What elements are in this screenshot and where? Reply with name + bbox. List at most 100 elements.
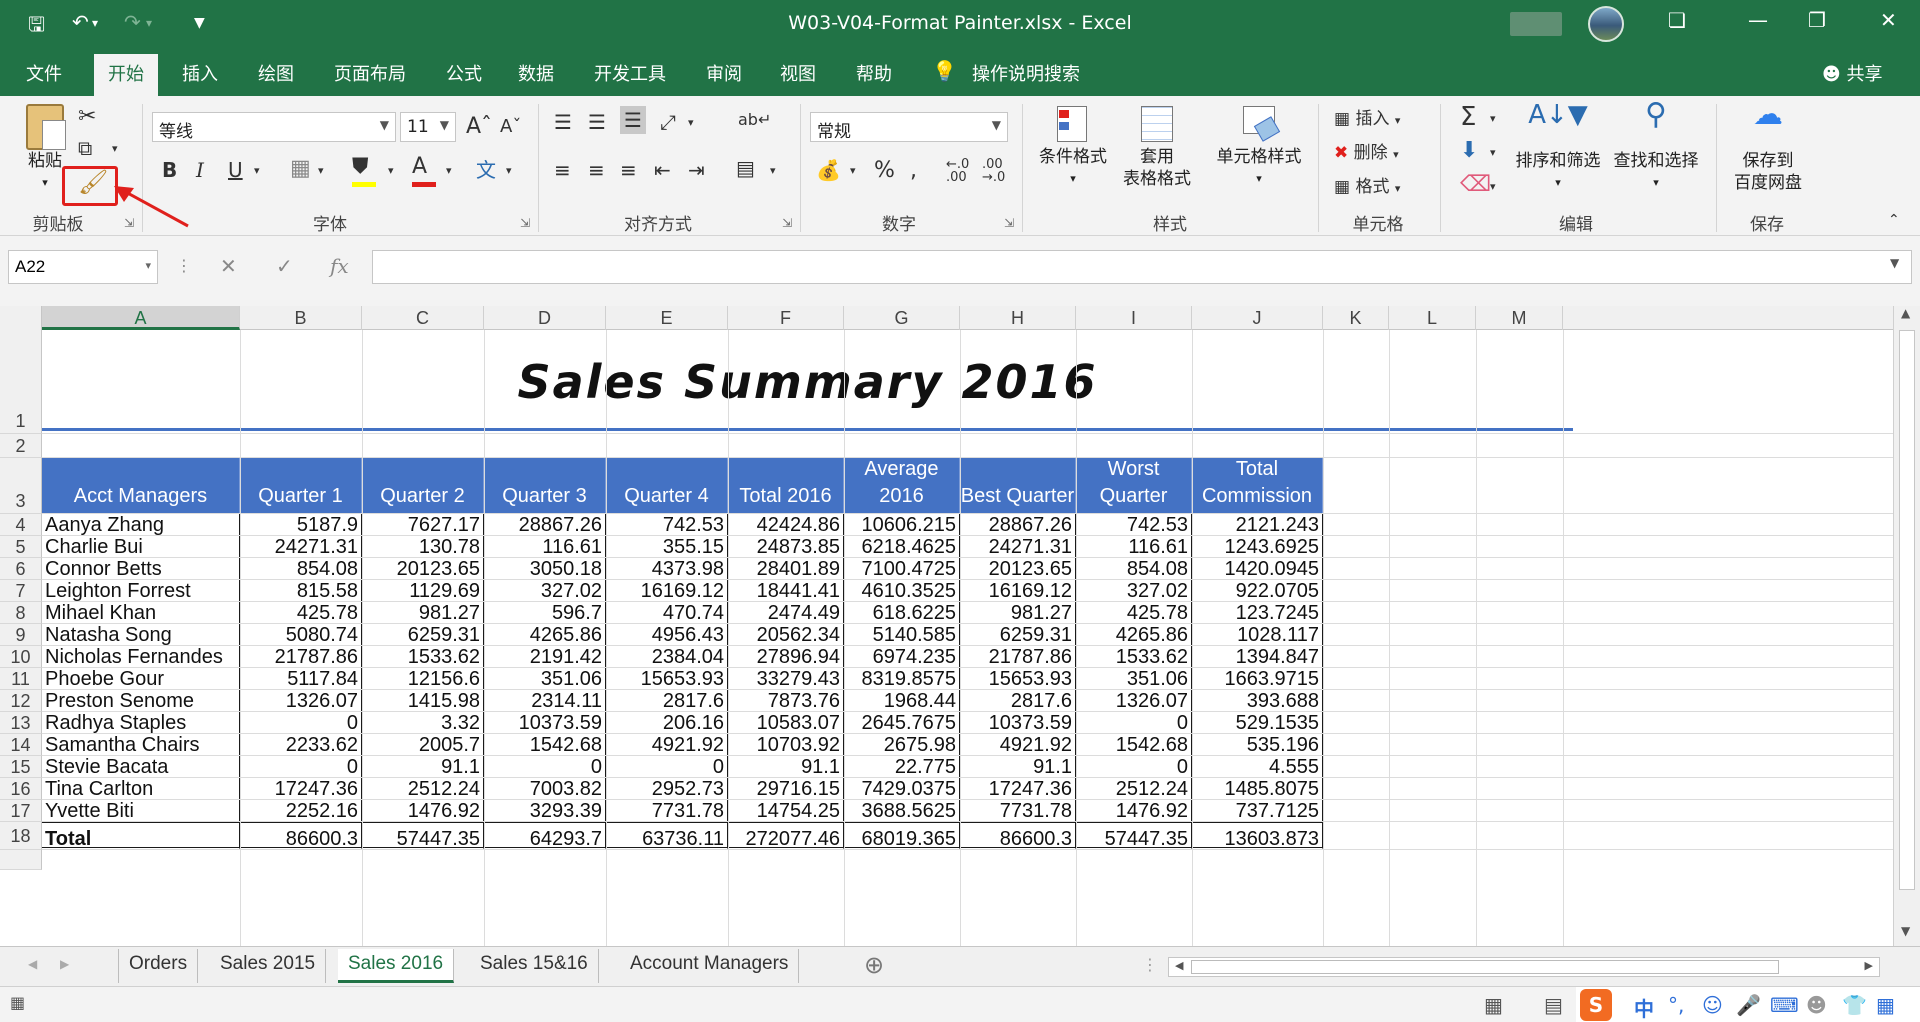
tab-help[interactable]: 帮助 [856, 60, 892, 86]
manager-name-cell[interactable]: Mihael Khan [42, 602, 240, 624]
name-box[interactable]: A22 ▾ [8, 250, 158, 284]
tab-review[interactable]: 审阅 [706, 60, 742, 86]
column-header[interactable]: D [484, 306, 606, 330]
value-cell[interactable]: 6259.31 [960, 624, 1076, 646]
format-cells-button[interactable]: ▦ 格式 ▾ [1334, 172, 1400, 197]
value-cell[interactable]: 91.1 [728, 756, 844, 778]
total-value-cell[interactable]: 272077.46 [728, 822, 844, 850]
value-cell[interactable]: 42424.86 [728, 514, 844, 536]
increase-font-icon[interactable]: Aˆ [466, 114, 492, 139]
value-cell[interactable]: 17247.36 [960, 778, 1076, 800]
value-cell[interactable]: 7429.0375 [844, 778, 960, 800]
horizontal-scrollbar[interactable]: ◀ ▶ [1168, 957, 1880, 977]
value-cell[interactable]: 28401.89 [728, 558, 844, 580]
macro-record-icon[interactable]: ▦ [10, 993, 25, 1012]
value-cell[interactable]: 737.7125 [1192, 800, 1323, 822]
row-header[interactable]: 16 [0, 778, 42, 800]
value-cell[interactable]: 1420.0945 [1192, 558, 1323, 580]
value-cell[interactable]: 5080.74 [240, 624, 362, 646]
value-cell[interactable]: 91.1 [362, 756, 484, 778]
value-cell[interactable]: 21787.86 [960, 646, 1076, 668]
percent-icon[interactable]: % [874, 158, 895, 183]
value-cell[interactable]: 1533.62 [362, 646, 484, 668]
total-label-cell[interactable]: Total [42, 822, 240, 850]
value-cell[interactable]: 618.6225 [844, 602, 960, 624]
total-value-cell[interactable]: 57447.35 [1076, 822, 1192, 850]
value-cell[interactable]: 3688.5625 [844, 800, 960, 822]
toolbox-icon[interactable]: ▦ [1876, 993, 1895, 1017]
value-cell[interactable]: 2512.24 [362, 778, 484, 800]
value-cell[interactable]: 393.688 [1192, 690, 1323, 712]
row-header[interactable]: 11 [0, 668, 42, 690]
row-header[interactable]: 3 [0, 458, 42, 514]
value-cell[interactable]: 15653.93 [606, 668, 728, 690]
value-cell[interactable]: 20123.65 [362, 558, 484, 580]
column-header[interactable]: L [1389, 306, 1476, 330]
orientation-dropdown-icon[interactable]: ▾ [688, 116, 694, 129]
value-cell[interactable]: 2121.243 [1192, 514, 1323, 536]
table-header-cell[interactable]: Total Commission [1192, 458, 1323, 514]
value-cell[interactable]: 922.0705 [1192, 580, 1323, 602]
tab-developer[interactable]: 开发工具 [594, 60, 666, 86]
value-cell[interactable]: 2817.6 [960, 690, 1076, 712]
borders-dropdown-icon[interactable]: ▾ [318, 164, 324, 177]
manager-name-cell[interactable]: Connor Betts [42, 558, 240, 580]
value-cell[interactable]: 2252.16 [240, 800, 362, 822]
value-cell[interactable]: 10606.215 [844, 514, 960, 536]
align-top-icon[interactable]: ☰ [554, 110, 572, 134]
cell-styles-button[interactable]: 单元格样式 ▾ [1206, 104, 1312, 190]
value-cell[interactable]: 22.775 [844, 756, 960, 778]
manager-name-cell[interactable]: Aanya Zhang [42, 514, 240, 536]
value-cell[interactable]: 123.7245 [1192, 602, 1323, 624]
wrap-text-icon[interactable]: ab↵ [738, 110, 771, 129]
total-value-cell[interactable]: 86600.3 [240, 822, 362, 850]
tab-insert[interactable]: 插入 [182, 60, 218, 86]
value-cell[interactable]: 91.1 [960, 756, 1076, 778]
decrease-font-icon[interactable]: Aˇ [500, 116, 521, 137]
value-cell[interactable]: 854.08 [240, 558, 362, 580]
manager-name-cell[interactable]: Charlie Bui [42, 536, 240, 558]
insert-function-icon[interactable]: fx [330, 254, 349, 278]
row-header[interactable] [0, 850, 42, 870]
column-header[interactable]: K [1323, 306, 1389, 330]
format-as-table-button[interactable]: 套用 表格格式 [1114, 104, 1200, 190]
value-cell[interactable]: 116.61 [484, 536, 606, 558]
worksheet-grid[interactable]: ABCDEFGHIJKLM Acct Managers Quarter 1 Quar… [0, 306, 1920, 946]
value-cell[interactable]: 1476.92 [362, 800, 484, 822]
underline-icon[interactable]: U [228, 158, 243, 182]
font-color-dropdown-icon[interactable]: ▾ [446, 164, 452, 177]
manager-name-cell[interactable]: Phoebe Gour [42, 668, 240, 690]
column-header[interactable]: C [362, 306, 484, 330]
value-cell[interactable]: 1415.98 [362, 690, 484, 712]
value-cell[interactable]: 0 [606, 756, 728, 778]
total-value-cell[interactable]: 64293.7 [484, 822, 606, 850]
align-right-icon[interactable]: ≡ [620, 158, 637, 182]
manager-name-cell[interactable]: Nicholas Fernandes [42, 646, 240, 668]
fill-icon[interactable]: ⬇ [1460, 138, 1478, 163]
value-cell[interactable]: 2005.7 [362, 734, 484, 756]
share-button[interactable]: ☻ 共享 [1822, 60, 1883, 86]
row-header[interactable]: 8 [0, 602, 42, 624]
column-header[interactable]: F [728, 306, 844, 330]
value-cell[interactable]: 1663.9715 [1192, 668, 1323, 690]
value-cell[interactable]: 0 [484, 756, 606, 778]
value-cell[interactable]: 742.53 [1076, 514, 1192, 536]
column-header[interactable]: G [844, 306, 960, 330]
table-header-cell[interactable]: Quarter 2 [362, 458, 484, 514]
value-cell[interactable]: 7873.76 [728, 690, 844, 712]
value-cell[interactable]: 981.27 [960, 602, 1076, 624]
value-cell[interactable]: 1542.68 [484, 734, 606, 756]
table-header-cell[interactable]: Worst Quarter [1076, 458, 1192, 514]
scroll-left-icon[interactable]: ◀ [1175, 959, 1183, 972]
scroll-tabs-right-icon[interactable]: ▶ [60, 957, 69, 971]
row-header[interactable]: 4 [0, 514, 42, 536]
vertical-scrollbar[interactable]: ▲ ▼ [1893, 306, 1920, 946]
value-cell[interactable]: 21787.86 [240, 646, 362, 668]
value-cell[interactable]: 5140.585 [844, 624, 960, 646]
value-cell[interactable]: 18441.41 [728, 580, 844, 602]
avatar[interactable] [1588, 6, 1624, 42]
value-cell[interactable]: 1542.68 [1076, 734, 1192, 756]
normal-view-icon[interactable]: ▦ [1484, 993, 1503, 1017]
column-header[interactable]: A [42, 306, 240, 330]
tell-me-search[interactable]: 操作说明搜索 [972, 60, 1080, 86]
